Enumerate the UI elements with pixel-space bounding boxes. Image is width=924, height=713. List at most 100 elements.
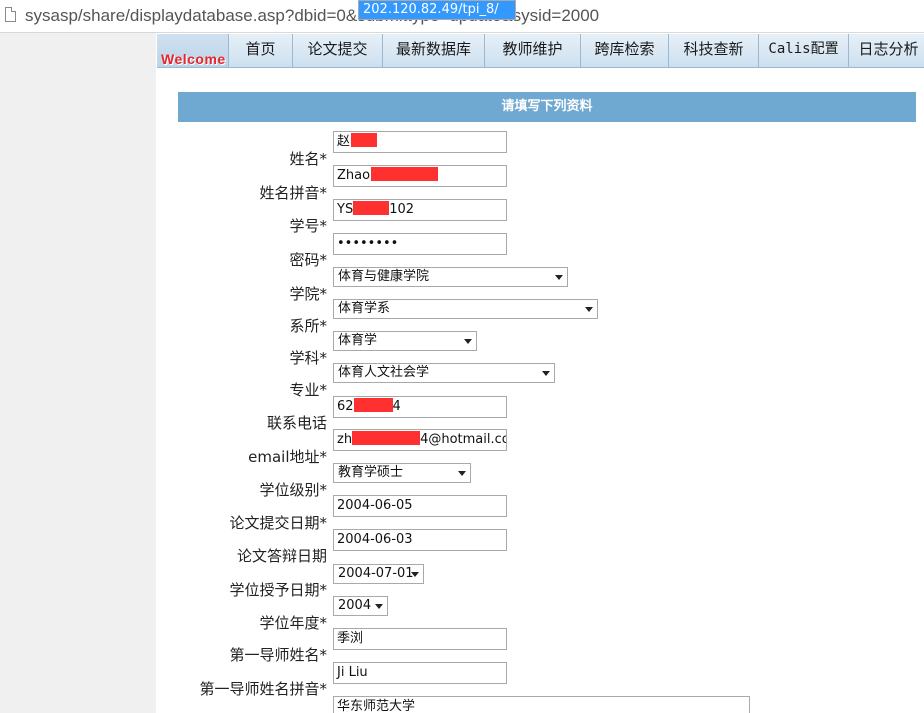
label-text: 学位授予日期 [229,581,320,599]
label-text: 学位年度 [259,614,320,632]
department-value: 体育学系 [338,301,391,316]
label-discipline: 学科* [289,347,327,368]
label-student-id: 学号* [289,215,327,236]
dropdown-arrow-icon [585,307,593,312]
label-text: 论文提交日期 [229,514,320,532]
label-grant-date: 学位授予日期* [229,579,327,600]
label-email: email地址* [248,446,327,467]
name-value: 赵 [337,134,351,149]
label-submit-date: 论文提交日期* [229,512,327,533]
label-text: 系所 [289,317,320,335]
name-input[interactable]: 赵 [333,131,507,153]
degree-level-select[interactable]: 教育学硕士 [333,463,471,483]
advisor-name-input[interactable]: 季浏 [333,628,507,650]
label-degree-year: 学位年度* [259,612,327,633]
label-text: 专业 [289,381,320,399]
redaction-mark [353,201,390,215]
required-mark: * [319,251,328,269]
label-name: 姓名* [289,148,327,169]
required-mark: * [319,514,328,532]
student-id-prefix: YS [337,202,354,217]
label-advisor-pinyin: 第一导师姓名拼音* [199,678,327,699]
label-text: 论文答辩日期 [236,547,327,565]
label-text: 学位级别 [259,481,320,499]
advisor-name-value: 季浏 [337,631,364,646]
required-mark: * [319,614,328,632]
degree-level-value: 教育学硕士 [338,465,404,480]
required-mark: * [319,581,328,599]
redaction-mark [353,398,393,412]
grant-date-select[interactable]: 2004-07-01 [333,564,424,584]
phone-prefix: 62 [337,399,354,414]
dropdown-arrow-icon [458,471,466,476]
label-major: 专业* [289,379,327,400]
advisor-pinyin-input[interactable]: Ji Liu [333,662,507,684]
label-text: 姓名拼音 [259,184,320,202]
dropdown-arrow-icon [464,339,472,344]
label-text: 第一导师姓名拼音 [199,680,320,698]
password-input[interactable]: •••••••• [333,233,507,255]
label-degree-level: 学位级别* [259,479,327,500]
grant-date-value: 2004-07-01 [338,566,414,581]
student-id-input[interactable]: YS 102 [333,199,507,221]
label-text: 联系电话 [266,414,327,432]
department-select[interactable]: 体育学系 [333,299,598,319]
label-password: 密码* [289,249,327,270]
phone-input[interactable]: 62 4 [333,396,507,418]
name-pinyin-value: Zhao [337,168,371,183]
discipline-select[interactable]: 体育学 [333,331,477,351]
phone-suffix: 4 [392,399,401,414]
label-phone: 联系电话 [267,412,327,433]
required-mark: * [319,481,328,499]
label-advisor-name: 第一导师姓名* [229,644,327,665]
student-id-suffix: 102 [389,202,415,217]
university-value: 华东师范大学 [337,699,416,713]
submit-date-input[interactable]: 2004-06-05 [333,495,507,517]
label-text: 学院 [289,285,320,303]
required-mark: * [319,381,328,399]
required-mark: * [319,317,328,335]
major-value: 体育人文社会学 [338,365,430,380]
label-text: 姓名 [289,150,320,168]
label-text: 密码 [289,251,320,269]
redaction-mark [352,431,421,445]
email-suffix: 4@hotmail.com [420,432,506,447]
required-mark: * [319,646,328,664]
required-mark: * [319,150,328,168]
major-select[interactable]: 体育人文社会学 [333,363,555,383]
name-pinyin-input[interactable]: Zhao [333,165,507,187]
college-value: 体育与健康学院 [338,269,430,284]
degree-year-value: 2004 [338,598,372,613]
required-mark: * [319,448,328,466]
defense-date-input[interactable]: 2004-06-03 [333,529,507,551]
label-name-pinyin: 姓名拼音* [259,182,327,203]
college-select[interactable]: 体育与健康学院 [333,267,568,287]
dropdown-arrow-icon [542,371,550,376]
required-mark: * [319,680,328,698]
dropdown-arrow-icon [411,572,419,577]
label-text: 第一导师姓名 [229,646,320,664]
email-prefix: zh [337,432,353,447]
label-college: 学院* [289,283,327,304]
dropdown-arrow-icon [555,275,563,280]
required-mark: * [319,349,328,367]
email-input[interactable]: zh 4@hotmail.com [333,429,507,451]
advisor-pinyin-value: Ji Liu [337,665,368,680]
user-info-form: 姓名* 赵 姓名拼音* Zhao 学号* YS 102 密码* •••••••• … [0,0,924,713]
required-mark: * [319,285,328,303]
discipline-value: 体育学 [338,333,378,348]
defense-date-value: 2004-06-03 [337,532,413,547]
required-mark: * [319,184,328,202]
required-mark: * [319,217,328,235]
password-value: •••••••• [337,236,399,251]
dropdown-arrow-icon [375,604,383,609]
university-input[interactable]: 华东师范大学 [333,696,750,713]
label-text: 学号 [289,217,320,235]
redaction-mark [371,167,439,181]
label-department: 系所* [289,315,327,336]
label-defense-date: 论文答辩日期 [237,545,327,566]
label-text: email地址 [248,448,320,466]
label-text: 学科 [289,349,320,367]
degree-year-select[interactable]: 2004 [333,596,388,616]
submit-date-value: 2004-06-05 [337,498,413,513]
